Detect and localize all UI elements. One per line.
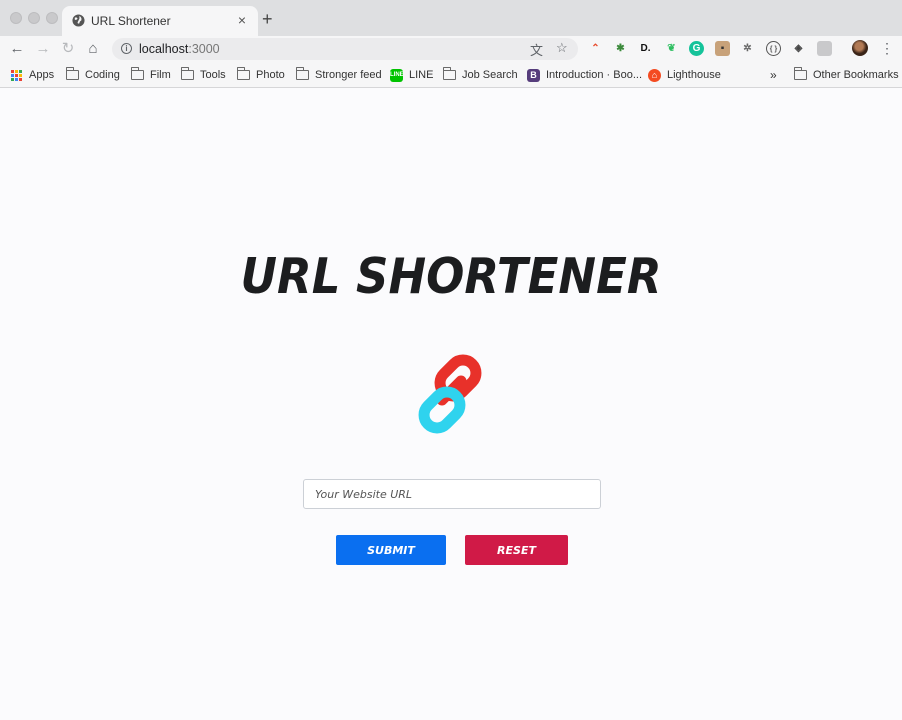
url-host: localhost — [139, 42, 189, 56]
apps-grid-icon — [11, 69, 22, 81]
address-bar[interactable]: i localhost:3000 文 ☆ — [112, 38, 578, 60]
bookmarks-bar: Apps Coding Film Tools Photo Stronger fe… — [0, 62, 902, 88]
folder-icon — [130, 67, 144, 80]
tab-title: URL Shortener — [91, 14, 171, 28]
back-button[interactable]: ← — [7, 39, 27, 59]
bookmark-label: Apps — [29, 69, 55, 81]
bookmark-label: Job Search — [462, 69, 518, 81]
extension-10-icon[interactable] — [817, 41, 832, 56]
grammarly-icon[interactable]: G — [689, 41, 704, 56]
translate-icon[interactable]: 文 — [530, 40, 543, 59]
globe-icon — [72, 14, 85, 27]
bookmark-label: LINE — [409, 69, 434, 81]
folder-icon — [65, 67, 79, 80]
bookmark-stronger-feed[interactable]: Stronger feed — [295, 67, 382, 83]
bookmark-label: Tools — [200, 69, 226, 81]
bookmark-label: Film — [150, 69, 171, 81]
tab-close-icon[interactable]: × — [238, 12, 246, 28]
extension-1-icon[interactable]: ⌃ — [588, 41, 603, 56]
code-icon[interactable]: { } — [766, 41, 781, 56]
bookmark-photo[interactable]: Photo — [236, 67, 285, 83]
chain-link-logo-icon — [418, 354, 482, 434]
site-info-icon[interactable]: i — [121, 43, 132, 54]
url-port: :3000 — [188, 42, 220, 56]
reset-button[interactable]: RESET — [465, 535, 568, 565]
bookmark-label: Coding — [85, 69, 120, 81]
home-button[interactable]: ⌂ — [83, 39, 103, 59]
reload-button[interactable]: ↻ — [58, 39, 78, 59]
bookmark-introduction[interactable]: B Introduction · Boo... — [527, 67, 642, 83]
bootstrap-icon: B — [527, 68, 540, 82]
bookmark-coding[interactable]: Coding — [65, 67, 120, 83]
bookmark-lighthouse[interactable]: ⌂ Lighthouse — [648, 67, 721, 83]
address-url: localhost:3000 — [139, 42, 220, 56]
folder-icon — [180, 67, 194, 80]
bookmark-film[interactable]: Film — [130, 67, 171, 83]
forward-button[interactable]: → — [33, 39, 53, 59]
website-url-input[interactable] — [303, 479, 601, 509]
profile-avatar[interactable] — [852, 40, 868, 56]
browser-menu-icon[interactable]: ⋮ — [880, 41, 894, 55]
bug-icon[interactable]: ✲ — [740, 41, 755, 56]
browser-toolbar: ← → ↻ ⌂ i localhost:3000 文 ☆ ⌃ ✱ D. ❦ G … — [0, 36, 902, 62]
folder-icon — [295, 67, 309, 80]
folder-icon — [236, 67, 250, 80]
evernote-icon[interactable]: ❦ — [664, 41, 679, 56]
bookmark-other-bookmarks[interactable]: Other Bookmarks — [793, 67, 899, 83]
bookmark-label: Introduction · Boo... — [546, 69, 642, 81]
bookmark-tools[interactable]: Tools — [180, 67, 226, 83]
extension-3-icon[interactable]: D. — [638, 41, 653, 56]
lighthouse-icon: ⌂ — [648, 68, 661, 82]
browser-tab[interactable]: URL Shortener × — [62, 6, 258, 36]
bookmark-label: Other Bookmarks — [813, 69, 899, 81]
bookmark-job-search[interactable]: Job Search — [442, 67, 518, 83]
browser-titlebar: URL Shortener × + — [0, 0, 902, 36]
bookmark-label: Stronger feed — [315, 69, 382, 81]
window-zoom-control[interactable] — [46, 12, 58, 24]
page-title: URL SHORTENER — [240, 247, 662, 306]
window-close-control[interactable] — [10, 12, 22, 24]
window-minimize-control[interactable] — [28, 12, 40, 24]
extension-9-icon[interactable]: ◈ — [791, 41, 806, 56]
bookmark-line[interactable]: LINE LINE — [390, 67, 433, 83]
extension-6-icon[interactable]: ▪ — [715, 41, 730, 56]
bookmark-star-icon[interactable]: ☆ — [556, 40, 568, 56]
submit-button[interactable]: SUBMIT — [336, 535, 446, 565]
folder-icon — [442, 67, 456, 80]
bookmark-apps[interactable]: Apps — [11, 67, 54, 83]
new-tab-button[interactable]: + — [262, 9, 273, 29]
line-icon: LINE — [390, 68, 404, 82]
bookmark-label: Lighthouse — [667, 69, 721, 81]
bookmarks-overflow-button[interactable]: » — [770, 67, 777, 83]
extension-2-icon[interactable]: ✱ — [613, 41, 628, 56]
folder-icon — [793, 67, 807, 80]
bookmark-label: Photo — [256, 69, 285, 81]
